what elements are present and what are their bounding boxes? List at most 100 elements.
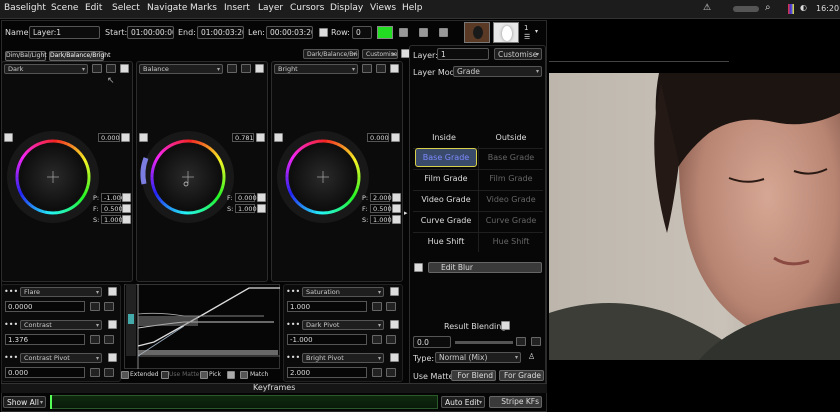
contrast-value[interactable]: 1.376 [5,334,85,345]
wheel-bright[interactable] [277,131,369,223]
saturation-link-icon[interactable] [372,302,382,311]
result-blending-reset-icon[interactable] [501,321,510,330]
show-all-dropdown[interactable]: Show All [3,396,46,408]
flare-reset-icon[interactable] [108,287,117,296]
wheel-s-value-balance[interactable]: 1.000 [235,204,257,213]
for-grade-button[interactable]: For Grade [499,370,544,381]
stripe-kfs-button[interactable]: Stripe KFs [489,396,542,408]
contrast-reset-icon[interactable] [108,320,117,329]
match-label[interactable]: Match [250,371,268,378]
extended-toggle[interactable] [121,371,129,379]
use-matte-label[interactable]: Use Matte [169,371,199,378]
person-icon[interactable]: ♙ [528,352,535,361]
wheel-p-value-dark[interactable]: -1.000 [101,193,125,202]
dark-pivot-reset-icon[interactable] [390,320,399,329]
extended-label[interactable]: Extended [130,371,159,378]
user-icon[interactable]: ◐ [800,3,807,12]
saturation-menu-icon[interactable]: ••• [286,287,300,296]
edit-blur-button[interactable]: Edit Blur [428,262,542,273]
chevron-down-icon[interactable]: ▾ [535,28,538,35]
inside-curve-grade[interactable]: Curve Grade [413,216,479,225]
dark-pivot-value[interactable]: -1.000 [287,334,367,345]
bright-pivot-reset-icon[interactable] [390,353,399,362]
warning-icon[interactable]: ⚠ [703,3,711,13]
outside-base-grade[interactable]: Base Grade [479,153,543,162]
viewer-image[interactable] [549,73,840,360]
toolbar-tool-icon-2[interactable] [419,28,428,37]
expand-arrow-icon[interactable]: ▸ [404,209,408,217]
saturation-reset-icon[interactable] [390,287,399,296]
bright-pivot-graph-icon[interactable] [386,368,396,377]
contrast-pivot-menu-icon[interactable]: ••• [4,353,18,362]
search-icon[interactable]: ⌕ [765,2,771,13]
saturation-graph-icon[interactable] [386,302,396,311]
blend-slider[interactable] [455,341,513,344]
wheel-dark[interactable] [7,131,99,223]
flare-dropdown[interactable]: Flare [20,287,102,297]
wheel-p-value-bright[interactable]: 2.000 [370,193,392,202]
saturation-value[interactable]: 1.000 [287,301,367,312]
wheel-p-reset-icon-bright[interactable] [392,193,401,202]
inside-hue-shift[interactable]: Hue Shift [413,237,479,246]
use-matte-toggle[interactable] [161,371,169,379]
contrast-pivot-value[interactable]: 0.000 [5,367,85,378]
thumbnail-color[interactable] [464,22,490,43]
wheel-s-reset-icon-balance[interactable] [257,204,266,213]
inside-base-grade[interactable]: Base Grade [413,153,479,162]
layer-customise-dropdown[interactable]: Customise [494,48,542,60]
contrast-pivot-dropdown[interactable]: Contrast Pivot [20,353,102,363]
keyframe-timeline[interactable] [50,395,438,409]
outside-film-grade[interactable]: Film Grade [479,174,543,183]
wheel-s-reset-icon-bright[interactable] [392,215,401,224]
wheel-s-value-bright[interactable]: 1.000 [370,215,392,224]
inside-film-grade[interactable]: Film Grade [413,174,479,183]
bright-pivot-link-icon[interactable] [372,368,382,377]
for-blend-button[interactable]: For Blend [451,370,496,381]
flare-menu-icon[interactable]: ••• [4,287,18,296]
contrast-menu-icon[interactable]: ••• [4,320,18,329]
dark-pivot-menu-icon[interactable]: ••• [286,320,300,329]
auto-edit-dropdown[interactable]: Auto Edit [441,396,485,408]
contrast-pivot-link-icon[interactable] [90,368,100,377]
wheel-balance[interactable] [140,131,234,223]
outside-video-grade[interactable]: Video Grade [479,195,543,204]
dark-pivot-dropdown[interactable]: Dark Pivot [302,320,384,330]
dark-pivot-link-icon[interactable] [372,335,382,344]
blend-value-input[interactable]: 0.0 [413,336,451,348]
contrast-dropdown[interactable]: Contrast [20,320,102,330]
wheel-f-reset-icon-bright[interactable] [392,204,401,213]
thumbnail-matte[interactable] [493,22,519,43]
layer-mode-dropdown[interactable]: Grade [453,66,542,77]
flare-link-icon[interactable] [90,302,100,311]
wheel-s-value-dark[interactable]: 1.000 [101,215,123,224]
saturation-dropdown[interactable]: Saturation [302,287,384,297]
swatch-icon[interactable] [227,371,235,379]
layer-input[interactable]: 1 [437,48,489,60]
pick-toggle[interactable] [200,371,208,379]
pick-label[interactable]: Pick [209,371,221,378]
outside-curve-grade[interactable]: Curve Grade [479,216,543,225]
outside-hue-shift[interactable]: Hue Shift [479,237,543,246]
blend-link-icon[interactable] [516,337,526,346]
list-icon[interactable]: ☰ [524,33,530,41]
wheel-f-value-bright[interactable]: 0.500 [370,204,392,213]
bright-pivot-value[interactable]: 2.000 [287,367,367,378]
playhead[interactable] [50,395,52,409]
dark-pivot-graph-icon[interactable] [386,335,396,344]
volume-slider[interactable] [733,6,759,12]
blend-type-dropdown[interactable]: Normal (Mix) [435,352,521,363]
flare-graph-icon[interactable] [104,302,114,311]
toolbar-tool-icon-3[interactable] [439,28,448,37]
inside-video-grade[interactable]: Video Grade [413,195,479,204]
contrast-link-icon[interactable] [90,335,100,344]
wheel-s-reset-icon-dark[interactable] [122,215,131,224]
blur-toggle-icon[interactable] [414,263,423,272]
contrast-pivot-graph-icon[interactable] [104,368,114,377]
contrast-pivot-reset-icon[interactable] [108,353,117,362]
match-toggle[interactable] [240,371,248,379]
blend-graph-icon[interactable] [531,337,541,346]
wheel-f-value-balance[interactable]: 0.000 [235,193,257,202]
bright-pivot-dropdown[interactable]: Bright Pivot [302,353,384,363]
wheel-p-reset-icon-dark[interactable] [122,193,131,202]
flare-value[interactable]: 0.0000 [5,301,85,312]
